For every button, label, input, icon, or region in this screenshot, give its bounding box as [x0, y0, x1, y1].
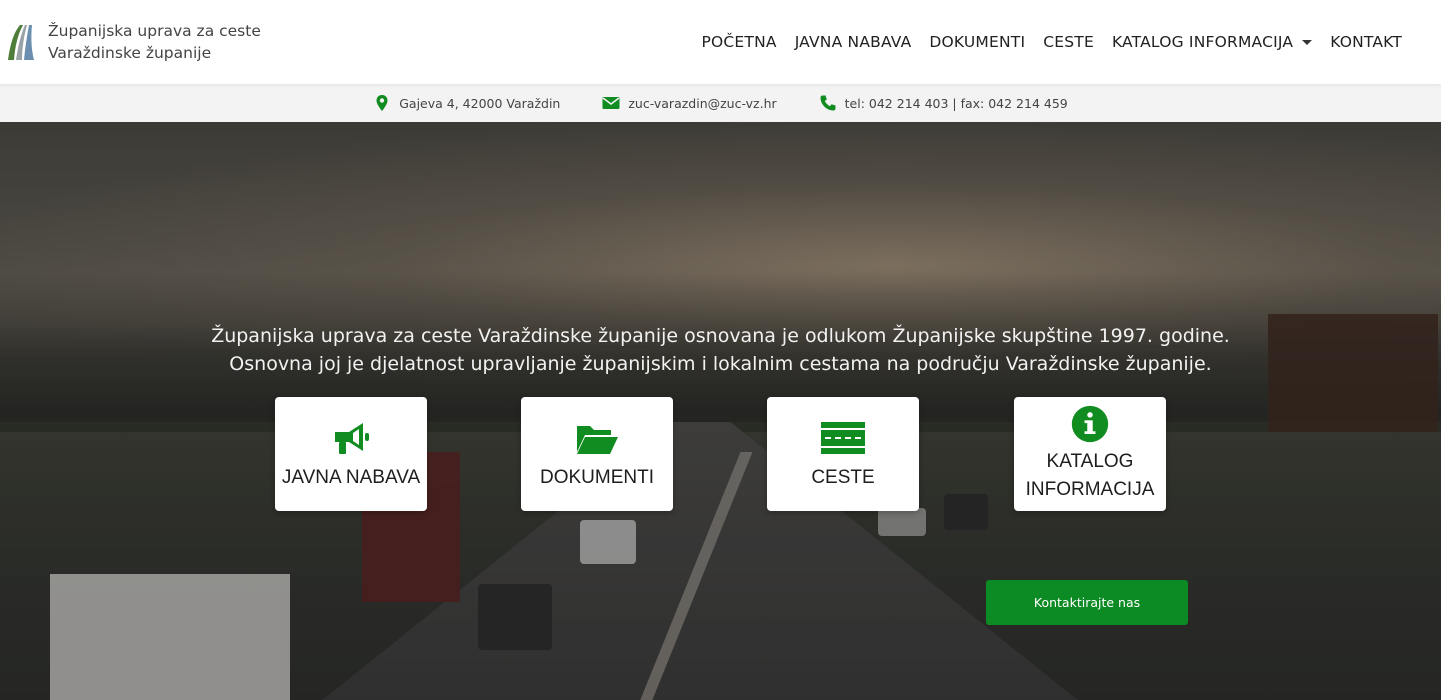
caret-down-icon [1302, 39, 1313, 45]
card-label: DOKUMENTI [540, 467, 654, 488]
hero-overlay [0, 122, 1441, 700]
brand-text: Županijska uprava za ceste Varaždinske ž… [48, 20, 261, 64]
hero-section: Županijska uprava za ceste Varaždinske ž… [0, 122, 1441, 700]
address-text: Gajeva 4, 42000 Varaždin [399, 95, 561, 111]
brand-line2: Varaždinske županije [48, 44, 212, 62]
hero-line1: Županijska uprava za ceste Varaždinske ž… [211, 325, 1230, 347]
brand-link[interactable]: Županijska uprava za ceste Varaždinske ž… [6, 20, 261, 64]
card-label: KATALOG INFORMACIJA [1025, 451, 1155, 500]
nav-item-katalog-informacija[interactable]: KATALOG INFORMACIJA [1111, 33, 1313, 51]
info-circle-icon [1071, 405, 1109, 443]
phone-info: tel: 042 214 403 | fax: 042 214 459 [819, 94, 1068, 112]
address-info: Gajeva 4, 42000 Varaždin [373, 94, 560, 112]
card-label: JAVNA NABAVA [281, 467, 421, 488]
nav-item-pocetna[interactable]: POČETNA [701, 33, 776, 51]
phone-text: tel: 042 214 403 | fax: 042 214 459 [844, 95, 1068, 111]
email-text: zuc-varazdin@zuc-vz.hr [628, 95, 777, 111]
map-marker-icon [376, 95, 388, 111]
nav-item-kontakt[interactable]: KONTAKT [1330, 33, 1402, 51]
card-label: CESTE [811, 467, 875, 488]
contact-us-button[interactable]: Kontaktirajte nas [986, 580, 1188, 625]
nav-item-dokumenti[interactable]: DOKUMENTI [929, 33, 1025, 51]
nav-item-ceste[interactable]: CESTE [1043, 33, 1094, 51]
card-javna-nabava[interactable]: JAVNA NABAVA [275, 397, 427, 511]
contact-info-bar: Gajeva 4, 42000 Varaždin zuc-varazdin@zu… [0, 84, 1441, 122]
road-logo-icon [8, 25, 34, 60]
folder-open-icon [577, 426, 618, 454]
envelope-icon [602, 97, 620, 109]
hero-description: Županijska uprava za ceste Varaždinske ž… [0, 322, 1441, 378]
card-dokumenti[interactable]: DOKUMENTI [521, 397, 673, 511]
email-info[interactable]: zuc-varazdin@zuc-vz.hr [602, 94, 777, 112]
road-icon [821, 422, 865, 454]
brand-line1: Županijska uprava za ceste [48, 22, 261, 40]
nav-item-katalog-label: KATALOG INFORMACIJA [1111, 33, 1294, 51]
phone-icon [820, 95, 836, 111]
nav-item-javna-nabava[interactable]: JAVNA NABAVA [795, 33, 912, 51]
site-header: Županijska uprava za ceste Varaždinske ž… [0, 0, 1441, 84]
hero-line2: Osnovna joj je djelatnost upravljanje žu… [229, 353, 1212, 375]
megaphone-icon [335, 423, 369, 454]
main-nav: POČETNA JAVNA NABAVA DOKUMENTI CESTE KAT… [701, 33, 1402, 51]
card-ceste[interactable]: CESTE [767, 397, 919, 511]
card-katalog-informacija[interactable]: KATALOG INFORMACIJA [1014, 397, 1166, 511]
